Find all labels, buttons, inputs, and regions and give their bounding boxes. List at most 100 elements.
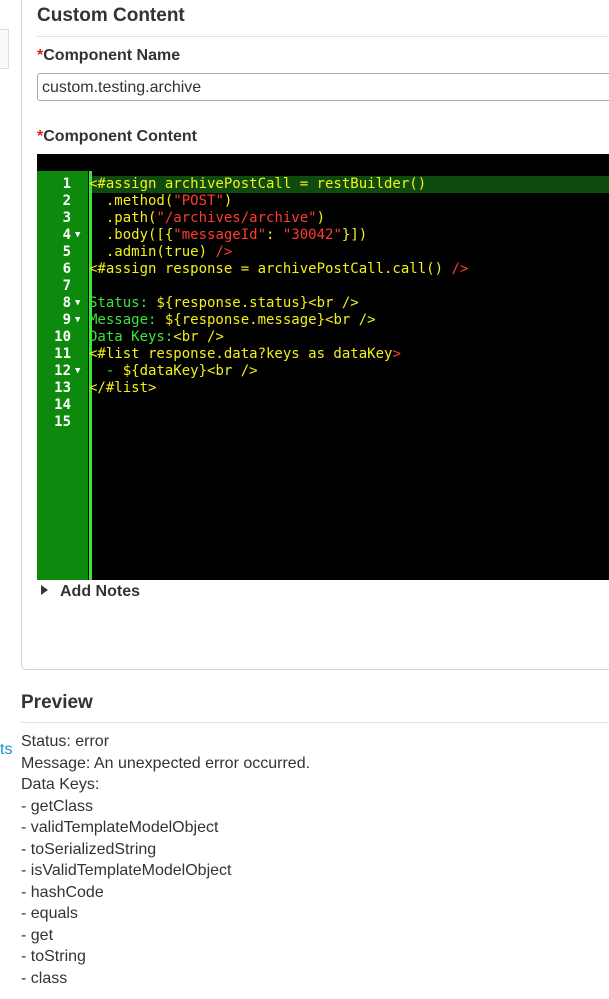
code-token: <#list response.data?keys as dataKey <box>89 346 393 362</box>
code-line: 9 ▼ Message: ${response.message}<br /> <box>37 312 609 329</box>
line-number: 13 <box>54 380 71 396</box>
code-line: 4 ▼ .body([{"messageId": "30042"}]) <box>37 227 609 244</box>
code-line: 15 <box>37 414 609 431</box>
code-editor[interactable]: 1 <#assign archivePostCall = restBuilder(… <box>37 154 609 580</box>
code-text: .body([{"messageId": "30042"}]) <box>89 227 367 244</box>
preview-line: - class <box>21 969 68 987</box>
line-number: 8 <box>62 295 71 311</box>
component-name-label: *Component Name <box>37 47 180 65</box>
line-number: 11 <box>54 346 71 362</box>
line-number: 9 <box>62 312 71 328</box>
fold-arrow-icon[interactable]: ▼ <box>75 312 80 329</box>
preview-line: - hashCode <box>21 883 104 901</box>
line-number: 5 <box>62 244 71 260</box>
component-content-label-text: Component Content <box>43 128 197 145</box>
preview-line: - getClass <box>21 797 94 815</box>
code-text: Message: ${response.message}<br /> <box>89 312 376 329</box>
code-line: 6 <#assign response = archivePostCall.cal… <box>37 261 609 278</box>
code-token: > <box>392 346 401 362</box>
line-number: 10 <box>54 329 71 345</box>
fold-arrow-icon[interactable]: ▼ <box>75 227 80 244</box>
preview-line: - isValidTemplateModelObject <box>21 862 232 879</box>
code-token: ${response.message} <box>164 312 326 328</box>
code-token: <#assign archivePostCall = restBuilder() <box>89 176 427 192</box>
code-text: .method("POST") <box>89 193 232 210</box>
preview-line: - validTemplateModelObject <box>21 819 219 836</box>
code-text: Status: ${response.status}<br /> <box>89 295 359 312</box>
code-line: 5 .admin(true) /> <box>37 244 609 261</box>
preview-title: Preview <box>21 692 93 713</box>
code-line: 3 .path("/archives/archive") <box>37 210 609 227</box>
code-text: <#assign response = archivePostCall.call… <box>89 261 468 278</box>
preview-line: Data Keys: <box>21 776 100 793</box>
code-token: ) <box>223 193 233 209</box>
code-token: ${response.status} <box>156 295 309 311</box>
code-token: </#list> <box>89 380 157 396</box>
fold-arrow-icon[interactable]: ▼ <box>75 363 80 380</box>
code-line: 1 <#assign archivePostCall = restBuilder(… <box>37 176 609 193</box>
code-token: .body([{ <box>89 227 174 243</box>
left-sidebar-link[interactable]: ts <box>0 741 12 759</box>
fold-arrow-icon[interactable]: ▼ <box>75 295 80 312</box>
code-line: 7 <box>37 278 609 295</box>
code-token: Message: <box>89 312 165 328</box>
code-line: 13 </#list> <box>37 380 609 397</box>
code-token: }]) <box>341 227 368 243</box>
line-number: 3 <box>62 210 71 226</box>
code-token: ) <box>316 210 326 226</box>
preview-line: - equals <box>21 905 78 922</box>
preview-line: - toString <box>21 948 86 965</box>
add-notes-toggle[interactable]: Add Notes <box>41 583 140 601</box>
code-token: Status: <box>89 295 157 311</box>
preview-line: - toSerializedString <box>21 840 157 858</box>
code-token: ${dataKey} <box>122 363 208 379</box>
code-text: <#assign archivePostCall = restBuilder() <box>89 176 426 193</box>
line-number: 7 <box>62 278 71 294</box>
code-text: <#list response.data?keys as dataKey> <box>89 346 401 363</box>
code-token: /> <box>451 261 469 277</box>
code-token: <br /> <box>173 329 224 345</box>
code-token: .admin(true) <box>89 244 216 260</box>
code-token: /> <box>215 244 233 260</box>
line-number: 2 <box>62 193 71 209</box>
code-text: </#list> <box>89 380 156 397</box>
line-number: 1 <box>62 176 71 192</box>
preview-line: Message: An unexpected error occurred. <box>21 754 311 772</box>
expand-triangle-icon <box>41 585 48 595</box>
code-token: .method( <box>89 193 174 209</box>
code-token: - <box>89 363 123 379</box>
code-token: "/archives/archive" <box>156 210 317 226</box>
line-number: 15 <box>54 414 71 430</box>
preview-divider <box>21 722 609 723</box>
add-notes-label: Add Notes <box>60 583 140 600</box>
code-token: <#assign response = archivePostCall.call… <box>89 261 452 277</box>
component-name-label-text: Component Name <box>43 47 181 64</box>
code-token: .path( <box>89 210 157 226</box>
code-line: 8 ▼ Status: ${response.status}<br /> <box>37 295 609 312</box>
line-number: 14 <box>54 397 71 413</box>
code-line: 11 <#list response.data?keys as dataKey> <box>37 346 609 363</box>
left-sidebar-edge <box>0 29 9 69</box>
line-number: 6 <box>62 261 71 277</box>
code-token: <br /> <box>308 295 359 311</box>
preview-line: - get <box>21 926 54 944</box>
preview-line: Status: error <box>21 733 110 750</box>
line-number: 4 <box>62 227 71 243</box>
code-token: "30042" <box>282 227 342 243</box>
code-token: "POST" <box>173 193 224 209</box>
code-token: <br /> <box>325 312 376 328</box>
code-token: <br /> <box>207 363 258 379</box>
code-line: 10 Data Keys:<br /> <box>37 329 609 346</box>
line-number: 12 <box>54 363 71 379</box>
code-token: Data Keys: <box>89 329 174 345</box>
code-line: 14 <box>37 397 609 414</box>
custom-content-title: Custom Content <box>37 5 185 26</box>
code-token: "messageId" <box>173 227 267 243</box>
preview-output: Status: error Message: An unexpected erro… <box>21 731 310 989</box>
code-text: - ${dataKey}<br /> <box>89 363 258 380</box>
title-divider <box>37 36 609 37</box>
component-name-input[interactable]: custom.testing.archive <box>37 73 609 101</box>
code-text: .admin(true) /> <box>89 244 232 261</box>
component-content-label: *Component Content <box>37 128 197 146</box>
code-line: 12 ▼ - ${dataKey}<br /> <box>37 363 609 380</box>
